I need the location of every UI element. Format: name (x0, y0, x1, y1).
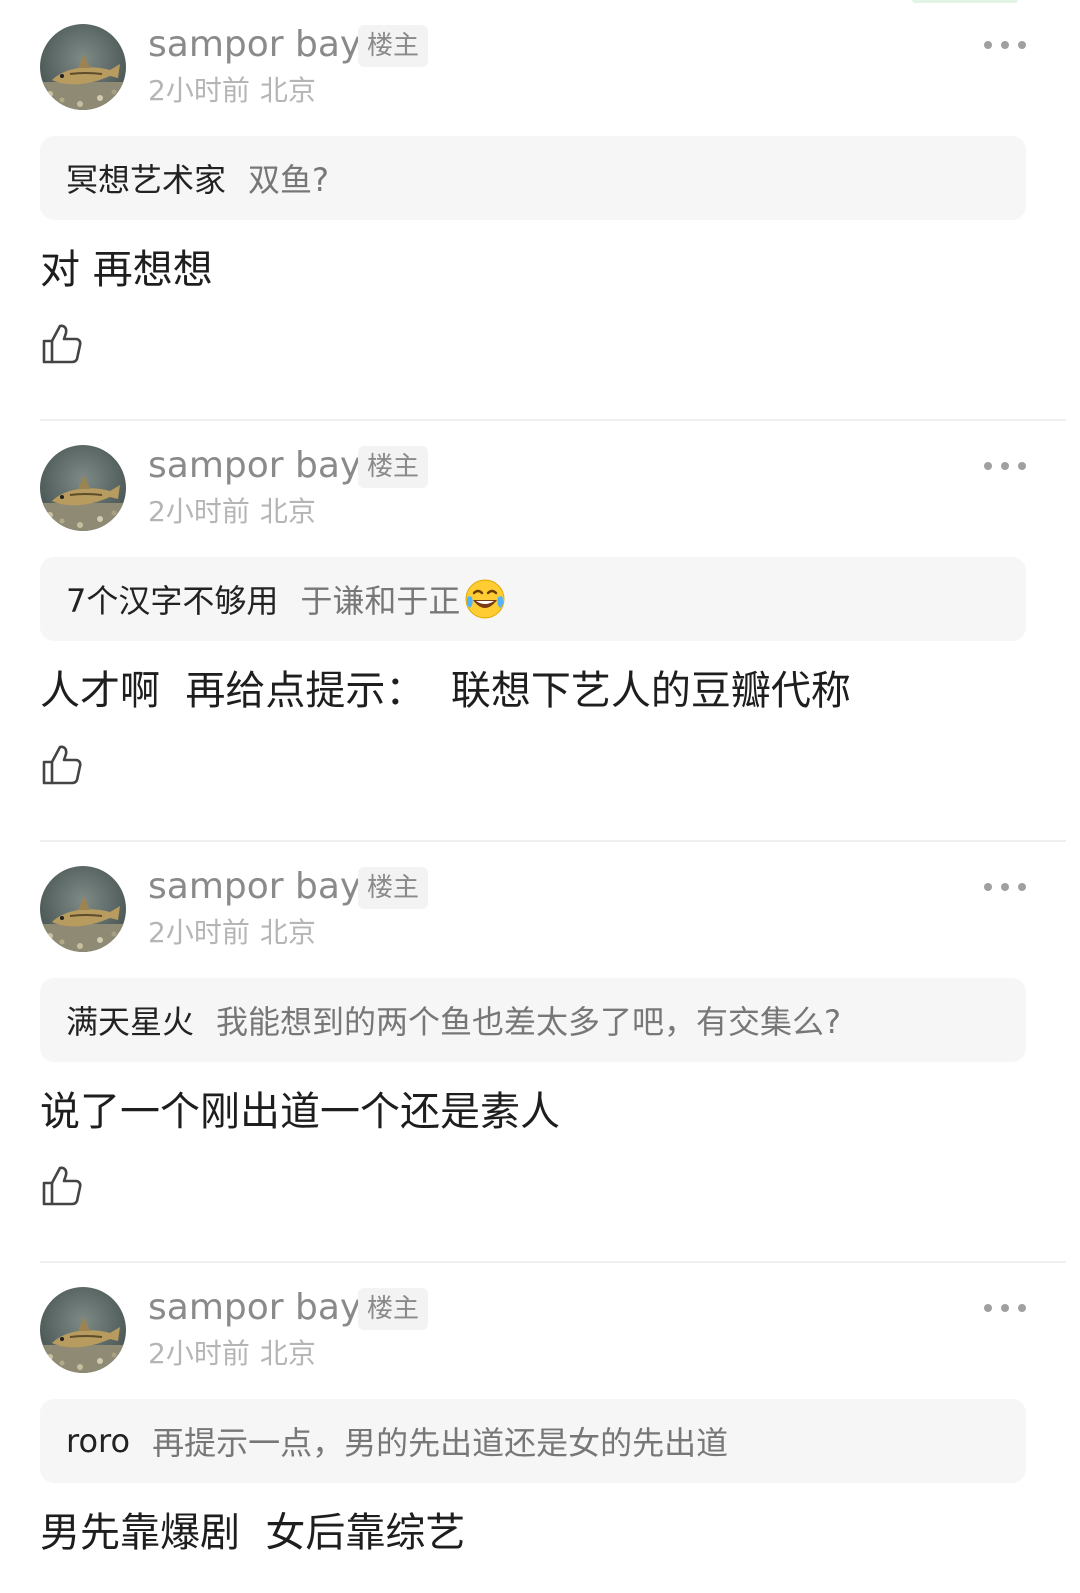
timestamp: 2小时前 (148, 1337, 250, 1370)
more-horizontal-icon[interactable] (984, 880, 1026, 894)
thumbs-up-icon[interactable] (40, 743, 84, 787)
timestamp: 2小时前 (148, 495, 250, 528)
quote-author: roro (66, 1422, 131, 1460)
quote-author: 冥想艺术家 (66, 161, 227, 199)
username[interactable]: sampor bay (148, 1285, 361, 1331)
reply-content: 对 再想想 (40, 247, 213, 293)
quote-author: 7个汉字不够用 (66, 582, 279, 620)
reply-item: sampor bay 楼主 2小时前 北京 roro 再提示一点，男的先出道还是女… (0, 1263, 1080, 1593)
op-badge: 楼主 (358, 867, 429, 909)
quoted-comment[interactable]: 满天星火 我能想到的两个鱼也差太多了吧，有交集么? (40, 978, 1026, 1062)
quoted-comment[interactable]: roro 再提示一点，男的先出道还是女的先出道 (40, 1399, 1026, 1483)
location: 北京 (259, 495, 316, 528)
username[interactable]: sampor bay (148, 443, 361, 489)
reply-item: sampor bay 楼主 2小时前 北京 7个汉字不够用 于谦和于正 人才啊 再… (0, 421, 1080, 842)
quote-text: 于谦和于正 (300, 582, 461, 620)
reply-meta: 2小时前 北京 (148, 916, 316, 950)
reply-meta: 2小时前 北京 (148, 74, 316, 108)
location: 北京 (259, 916, 316, 949)
quoted-comment[interactable]: 7个汉字不够用 于谦和于正 (40, 557, 1026, 641)
reply-content: 说了一个刚出道一个还是素人 (40, 1089, 560, 1135)
reply-content: 男先靠爆剧 女后靠综艺 (40, 1510, 466, 1556)
catfish-avatar-icon[interactable] (40, 866, 126, 952)
more-horizontal-icon[interactable] (984, 1301, 1026, 1315)
reply-meta: 2小时前 北京 (148, 1337, 316, 1371)
quote-author: 满天星火 (66, 1003, 195, 1041)
thumbs-up-icon[interactable] (40, 322, 84, 366)
quote-text: 我能想到的两个鱼也差太多了吧，有交集么? (216, 1003, 842, 1041)
op-badge: 楼主 (358, 446, 429, 488)
location: 北京 (259, 74, 316, 107)
username[interactable]: sampor bay (148, 864, 361, 910)
quote-text: 双鱼? (248, 161, 330, 199)
thumbs-up-icon[interactable] (40, 1164, 84, 1208)
reply-content: 人才啊 再给点提示： 联想下艺人的豆瓣代称 (40, 668, 851, 714)
quote-text: 再提示一点，男的先出道还是女的先出道 (152, 1424, 729, 1462)
more-horizontal-icon[interactable] (984, 38, 1026, 52)
reply-item: sampor bay 楼主 2小时前 北京 冥想艺术家 双鱼? 对 再想想 (0, 0, 1080, 421)
op-badge: 楼主 (358, 1288, 429, 1330)
location: 北京 (259, 1337, 316, 1370)
op-badge: 楼主 (358, 25, 429, 67)
catfish-avatar-icon[interactable] (40, 445, 126, 531)
laughing-crying-emoji-icon (465, 579, 505, 619)
quoted-comment[interactable]: 冥想艺术家 双鱼? (40, 136, 1026, 220)
catfish-avatar-icon[interactable] (40, 24, 126, 110)
timestamp: 2小时前 (148, 74, 250, 107)
more-horizontal-icon[interactable] (984, 459, 1026, 473)
username[interactable]: sampor bay (148, 22, 361, 68)
timestamp: 2小时前 (148, 916, 250, 949)
catfish-avatar-icon[interactable] (40, 1287, 126, 1373)
reply-meta: 2小时前 北京 (148, 495, 316, 529)
reply-item: sampor bay 楼主 2小时前 北京 满天星火 我能想到的两个鱼也差太多了吧… (0, 842, 1080, 1263)
